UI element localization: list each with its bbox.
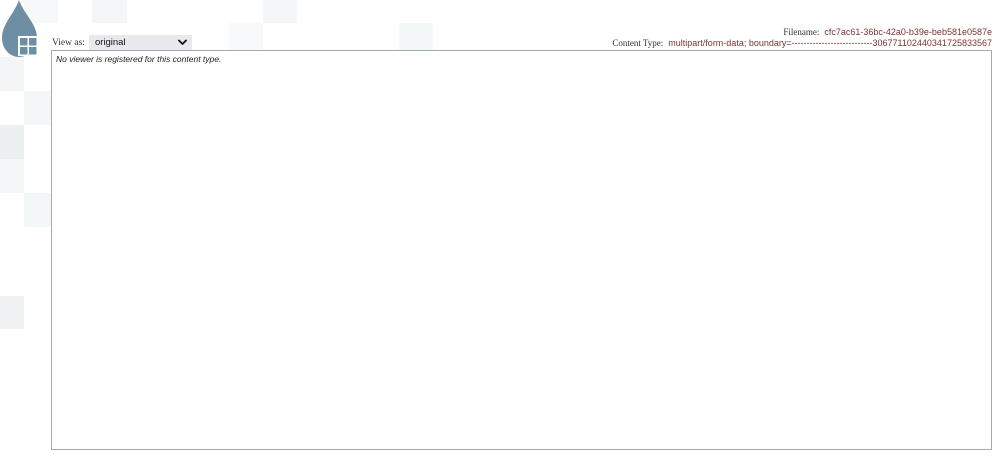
- background-tile: [24, 193, 51, 227]
- view-as-selected-value: original: [94, 37, 126, 48]
- view-as-label: View as:: [52, 38, 85, 48]
- filename-value: cfc7ac61-36bc-42a0-b39e-beb581e0587e: [824, 27, 992, 37]
- background-tile: [92, 0, 127, 23]
- background-tile: [263, 0, 297, 23]
- filename-label: Filename:: [783, 27, 820, 37]
- chevron-down-icon: [178, 39, 187, 45]
- background-tile: [24, 91, 51, 125]
- drop-logo-icon: [2, 0, 38, 57]
- no-viewer-message: No viewer is registered for this content…: [56, 54, 222, 64]
- content-type-value: multipart/form-data; boundary=----------…: [668, 38, 992, 48]
- background-tile: [0, 159, 24, 193]
- background-tile: [0, 125, 24, 159]
- background-tile: [399, 23, 433, 50]
- background-tile: [0, 57, 24, 91]
- content-viewer: No viewer is registered for this content…: [51, 50, 992, 450]
- background-tile: [0, 296, 24, 329]
- background-tile: [229, 23, 263, 50]
- content-type-label: Content Type:: [612, 38, 664, 48]
- content-type-row: Content Type: multipart/form-data; bounda…: [612, 38, 992, 48]
- filename-row: Filename: cfc7ac61-36bc-42a0-b39e-beb581e…: [783, 27, 992, 37]
- view-as-control: View as: original: [52, 35, 192, 51]
- view-as-select[interactable]: original: [88, 35, 192, 51]
